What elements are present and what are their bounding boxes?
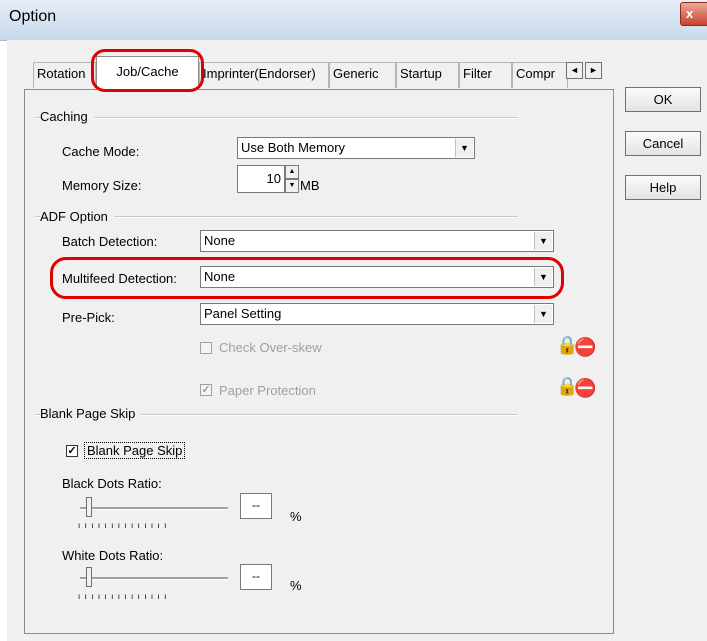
tab-compression[interactable]: Compr: [512, 62, 568, 88]
multifeed-highlight-ring: [50, 257, 564, 299]
check-overskew-checkbox[interactable]: [200, 342, 212, 354]
white-dots-slider-thumb[interactable]: [86, 567, 92, 587]
ok-button[interactable]: OK: [625, 87, 701, 112]
batch-detection-label: Batch Detection:: [62, 234, 158, 249]
blank-page-skip-label: Blank Page Skip: [84, 442, 186, 459]
white-dots-ticks: ıııııııııııııı: [78, 592, 171, 601]
cancel-button[interactable]: Cancel: [625, 131, 701, 156]
white-dots-unit: %: [290, 578, 302, 593]
black-dots-ratio-label: Black Dots Ratio:: [62, 476, 162, 491]
black-dots-slider-track[interactable]: [80, 507, 228, 510]
memory-size-input[interactable]: 10: [237, 165, 285, 193]
tab-filter[interactable]: Filter: [459, 62, 512, 88]
tab-startup[interactable]: Startup: [396, 62, 459, 88]
cache-mode-select[interactable]: Use Both Memory ▼: [237, 137, 475, 159]
caching-group-label: Caching: [40, 109, 94, 124]
tab-scroll-right-button[interactable]: ►: [585, 62, 602, 79]
chevron-down-icon: ▼: [534, 305, 552, 323]
white-dots-value: --: [240, 564, 272, 590]
pre-pick-value: Panel Setting: [204, 306, 282, 321]
chevron-down-icon: ▼: [455, 139, 473, 157]
no-entry-icon: ⛔: [574, 378, 597, 398]
pre-pick-label: Pre-Pick:: [62, 310, 115, 325]
black-dots-value: --: [240, 493, 272, 519]
black-dots-ticks: ıııııııııııııı: [78, 521, 171, 530]
blank-page-skip-checkbox[interactable]: ✓: [66, 445, 78, 457]
paper-protection-checkbox[interactable]: ✓: [200, 384, 212, 396]
white-dots-ratio-label: White Dots Ratio:: [62, 548, 164, 563]
close-button[interactable]: x: [680, 2, 707, 26]
paper-protection-label: Paper Protection: [219, 383, 316, 398]
black-dots-unit: %: [290, 509, 302, 524]
cache-mode-value: Use Both Memory: [241, 140, 346, 155]
batch-detection-select[interactable]: None ▼: [200, 230, 554, 252]
no-entry-icon: ⛔: [574, 337, 597, 357]
tab-generic[interactable]: Generic: [329, 62, 396, 88]
black-dots-slider-thumb[interactable]: [86, 497, 92, 517]
caching-group-line: [35, 117, 518, 119]
cache-mode-label: Cache Mode:: [62, 144, 140, 159]
spin-down-button[interactable]: ▼: [285, 179, 299, 193]
pre-pick-select[interactable]: Panel Setting ▼: [200, 303, 554, 325]
window-title: Option: [9, 8, 57, 25]
batch-detection-value: None: [204, 233, 236, 248]
spin-up-button[interactable]: ▲: [285, 165, 299, 179]
memory-unit-label: MB: [300, 178, 320, 193]
help-button[interactable]: Help: [625, 175, 701, 200]
adf-group-label: ADF Option: [40, 209, 114, 224]
white-dots-slider-track[interactable]: [80, 577, 228, 580]
tab-rotation[interactable]: Rotation: [33, 62, 96, 88]
tab-scroll-left-button[interactable]: ◄: [566, 62, 583, 79]
memory-size-label: Memory Size:: [62, 178, 142, 193]
blank-group-label: Blank Page Skip: [40, 406, 142, 421]
chevron-down-icon: ▼: [534, 232, 552, 250]
check-overskew-label: Check Over-skew: [219, 340, 322, 355]
title-bar: [0, 0, 707, 41]
tab-imprinter[interactable]: Imprinter(Endorser): [199, 62, 329, 88]
tab-highlight-ring: [91, 49, 204, 92]
